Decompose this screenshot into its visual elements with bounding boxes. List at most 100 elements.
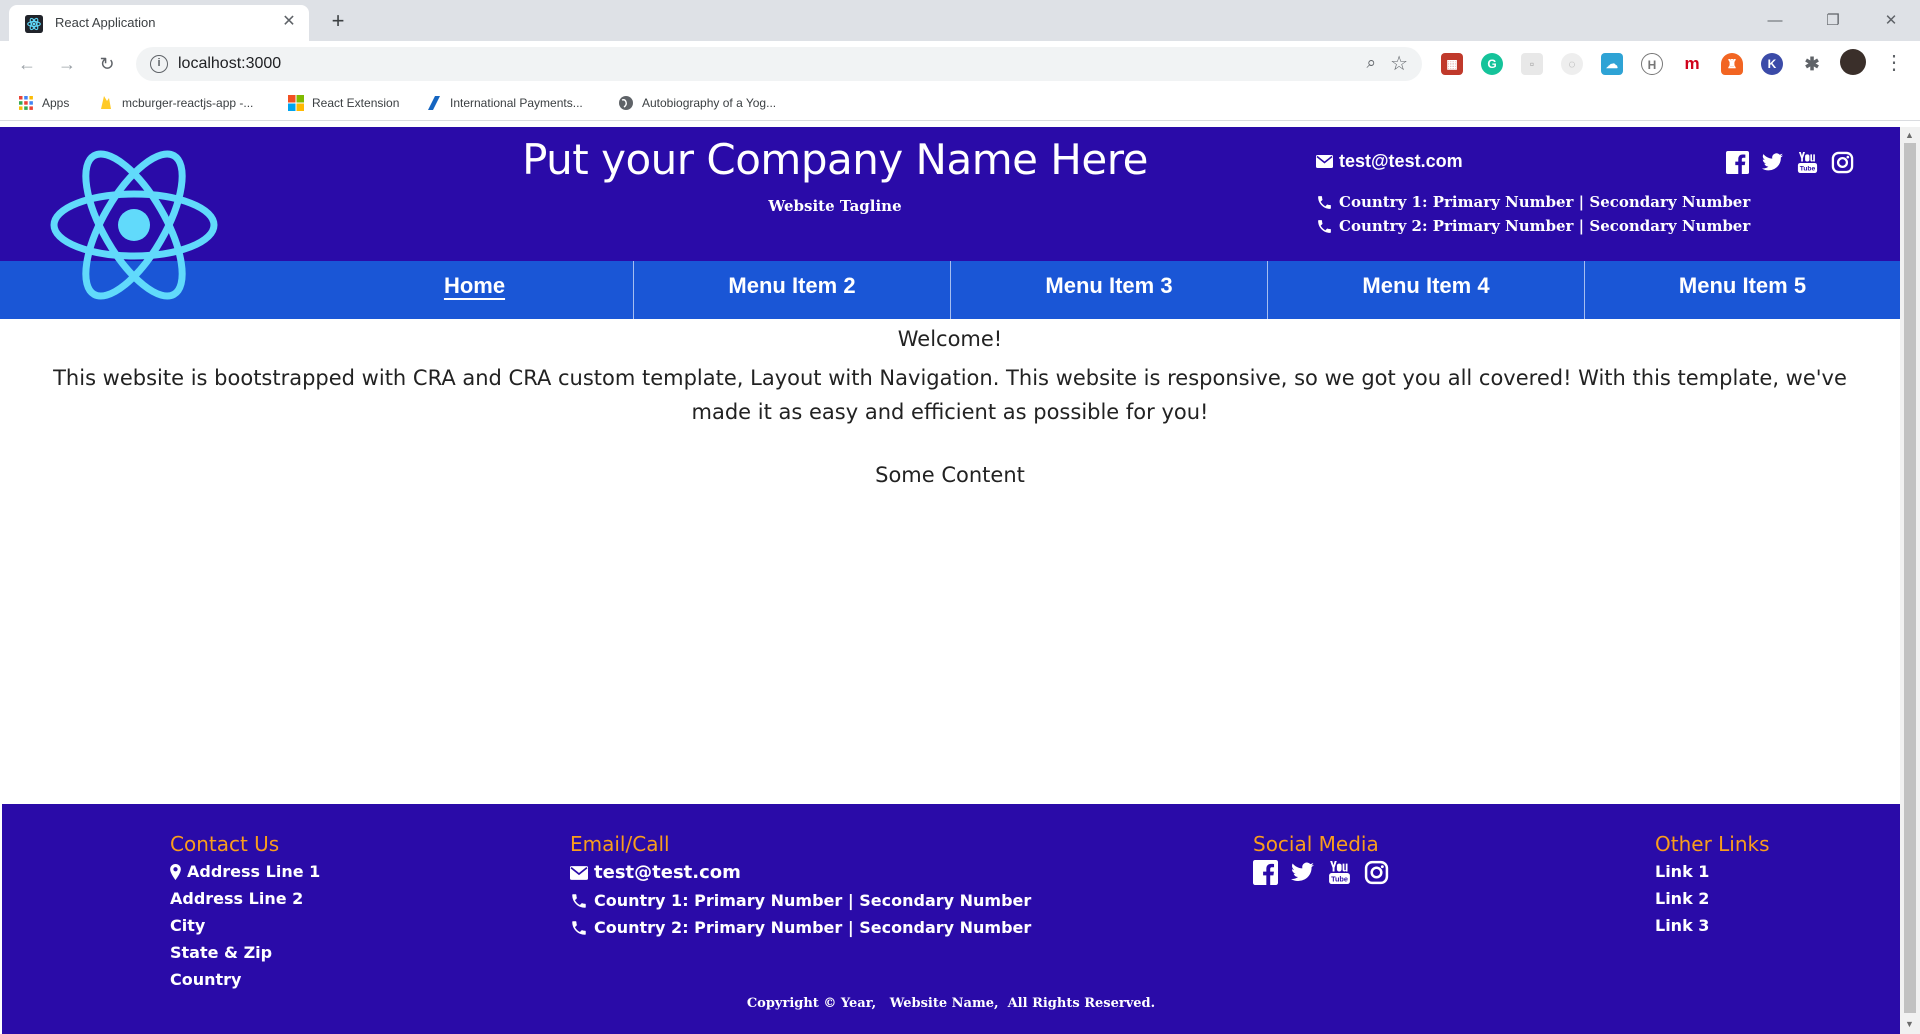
youtube-icon[interactable]: Tube bbox=[1796, 151, 1819, 174]
footer-social-links: Tube bbox=[1253, 860, 1389, 885]
browser-tab[interactable]: React Application ✕ bbox=[9, 5, 309, 41]
footer-email-text: test@test.com bbox=[594, 862, 741, 883]
extensions-puzzle-icon[interactable]: ✱ bbox=[1801, 53, 1823, 75]
firebase-icon bbox=[101, 96, 111, 109]
welcome-heading: Welcome! bbox=[897, 327, 1003, 351]
bookmark-label: Apps bbox=[42, 96, 70, 110]
tab-title: React Application bbox=[55, 15, 156, 30]
footer-phone-text: Country 1: Primary Number | Secondary Nu… bbox=[594, 891, 1032, 910]
nav-item-menu-4[interactable]: Menu Item 4 bbox=[1267, 261, 1584, 319]
footer-link-3[interactable]: Link 3 bbox=[1655, 916, 1709, 935]
header-email[interactable]: test@test.com bbox=[1316, 151, 1463, 172]
bookmark-item[interactable]: International Payments... bbox=[426, 95, 583, 111]
map-marker-icon bbox=[170, 863, 181, 880]
content-text: Some Content bbox=[875, 463, 1025, 487]
address-bar[interactable]: i localhost:3000 ⌕ ☆ bbox=[136, 47, 1422, 81]
instagram-icon[interactable] bbox=[1831, 151, 1854, 174]
nav-label: Menu Item 3 bbox=[1045, 273, 1173, 298]
extension-icon[interactable]: m bbox=[1681, 53, 1703, 75]
nav-item-menu-2[interactable]: Menu Item 2 bbox=[633, 261, 950, 319]
nav-label: Menu Item 4 bbox=[1362, 273, 1490, 298]
bookmark-star-icon[interactable]: ☆ bbox=[1390, 51, 1408, 76]
payments-icon bbox=[428, 96, 440, 110]
extension-icon[interactable]: ☁ bbox=[1601, 53, 1623, 75]
bookmark-item[interactable]: React Extension bbox=[288, 95, 399, 111]
bookmark-item[interactable]: mcburger-reactjs-app -... bbox=[98, 95, 253, 111]
restore-button[interactable]: ❐ bbox=[1810, 6, 1856, 36]
website-tagline: Website Tagline bbox=[768, 197, 902, 215]
phone-icon bbox=[572, 920, 586, 935]
forward-icon[interactable]: → bbox=[54, 51, 80, 77]
extension-icon[interactable]: ▦ bbox=[1441, 53, 1463, 75]
site-header: Put your Company Name Here Website Tagli… bbox=[0, 127, 1900, 300]
phone-icon bbox=[572, 893, 586, 908]
grammarly-extension-icon[interactable]: G bbox=[1481, 53, 1503, 75]
minimize-button[interactable]: — bbox=[1752, 6, 1798, 36]
footer-phone-2[interactable]: Country 2: Primary Number | Secondary Nu… bbox=[570, 918, 1031, 937]
copyright-text: Copyright © Year, Website Name, All Righ… bbox=[746, 996, 1156, 1011]
extension-icon[interactable]: ▫ bbox=[1521, 53, 1543, 75]
facebook-icon[interactable] bbox=[1253, 860, 1278, 885]
header-phone-2[interactable]: Country 2: Primary Number | Secondary Nu… bbox=[1316, 217, 1750, 235]
nav-label: Home bbox=[443, 273, 506, 298]
apps-grid-icon bbox=[19, 96, 33, 110]
react-logo-icon[interactable] bbox=[46, 145, 222, 305]
nav-label: Menu Item 5 bbox=[1678, 273, 1807, 298]
twitter-icon[interactable] bbox=[1290, 860, 1315, 885]
nav-item-menu-3[interactable]: Menu Item 3 bbox=[950, 261, 1267, 319]
main-navigation: Home Menu Item 2 Menu Item 3 Menu Item 4… bbox=[0, 261, 1900, 319]
facebook-icon[interactable] bbox=[1726, 151, 1749, 174]
footer-email[interactable]: test@test.com bbox=[570, 862, 741, 883]
globe-icon bbox=[619, 96, 633, 110]
phone-icon bbox=[1318, 195, 1331, 209]
bookmark-item[interactable]: Autobiography of a Yog... bbox=[618, 95, 776, 111]
bookmark-label: mcburger-reactjs-app -... bbox=[122, 96, 254, 110]
react-favicon-icon bbox=[25, 15, 43, 33]
twitter-icon[interactable] bbox=[1761, 151, 1784, 174]
nav-item-home[interactable]: Home bbox=[316, 261, 633, 319]
address-url[interactable]: localhost:3000 bbox=[178, 55, 281, 73]
profile-avatar[interactable] bbox=[1840, 49, 1866, 75]
bookmarks-bar: Apps mcburger-reactjs-app -... React Ext… bbox=[0, 87, 1920, 121]
nav-label: Menu Item 2 bbox=[728, 273, 856, 298]
footer-phone-text: Country 2: Primary Number | Secondary Nu… bbox=[594, 918, 1032, 937]
footer-address-line-2: Address Line 2 bbox=[170, 889, 304, 908]
window-close-button[interactable]: ✕ bbox=[1868, 6, 1914, 36]
footer-state-zip: State & Zip bbox=[170, 943, 273, 962]
footer-address-line-1: Address Line 1 bbox=[170, 862, 320, 881]
nav-item-menu-5[interactable]: Menu Item 5 bbox=[1584, 261, 1900, 319]
scrollbar-thumb[interactable] bbox=[1904, 143, 1916, 1013]
footer-contact-heading: Contact Us bbox=[170, 832, 280, 856]
bookmark-label: React Extension bbox=[312, 96, 400, 110]
back-icon[interactable]: ← bbox=[14, 51, 40, 77]
reload-icon[interactable]: ↻ bbox=[94, 51, 120, 77]
new-tab-button[interactable]: + bbox=[324, 8, 352, 36]
extension-icon[interactable]: ♜ bbox=[1721, 53, 1743, 75]
header-phone-1[interactable]: Country 1: Primary Number | Secondary Nu… bbox=[1316, 193, 1750, 211]
tab-close-icon[interactable]: ✕ bbox=[279, 12, 299, 32]
browser-menu-icon[interactable]: ⋮ bbox=[1884, 50, 1904, 75]
site-footer: Contact Us Address Line 1 Address Line 2… bbox=[2, 804, 1900, 1034]
address-text: Address Line 1 bbox=[187, 862, 321, 881]
page-scrollbar[interactable]: ▲ ▼ bbox=[1900, 127, 1920, 1034]
scroll-up-icon[interactable]: ▲ bbox=[1905, 130, 1914, 140]
instagram-icon[interactable] bbox=[1364, 860, 1389, 885]
footer-phone-1[interactable]: Country 1: Primary Number | Secondary Nu… bbox=[570, 891, 1031, 910]
phone-icon bbox=[1318, 219, 1331, 233]
footer-link-1[interactable]: Link 1 bbox=[1655, 862, 1709, 881]
page-viewport: Put your Company Name Here Website Tagli… bbox=[0, 127, 1900, 1034]
zoom-icon[interactable]: ⌕ bbox=[1366, 53, 1376, 73]
youtube-icon[interactable]: Tube bbox=[1327, 860, 1352, 885]
bookmark-apps[interactable]: Apps bbox=[18, 95, 69, 111]
envelope-icon bbox=[570, 865, 588, 880]
footer-link-2[interactable]: Link 2 bbox=[1655, 889, 1709, 908]
header-email-text: test@test.com bbox=[1339, 151, 1463, 171]
scroll-down-icon[interactable]: ▼ bbox=[1905, 1019, 1914, 1029]
header-social-links: Tube bbox=[1726, 151, 1854, 174]
footer-social-heading: Social Media bbox=[1253, 832, 1379, 856]
extension-icon[interactable]: H bbox=[1641, 53, 1663, 75]
footer-links-heading: Other Links bbox=[1655, 832, 1770, 856]
extension-icon[interactable]: K bbox=[1761, 53, 1783, 75]
site-info-icon[interactable]: i bbox=[150, 55, 168, 73]
extension-icon[interactable]: ◌ bbox=[1561, 53, 1583, 75]
